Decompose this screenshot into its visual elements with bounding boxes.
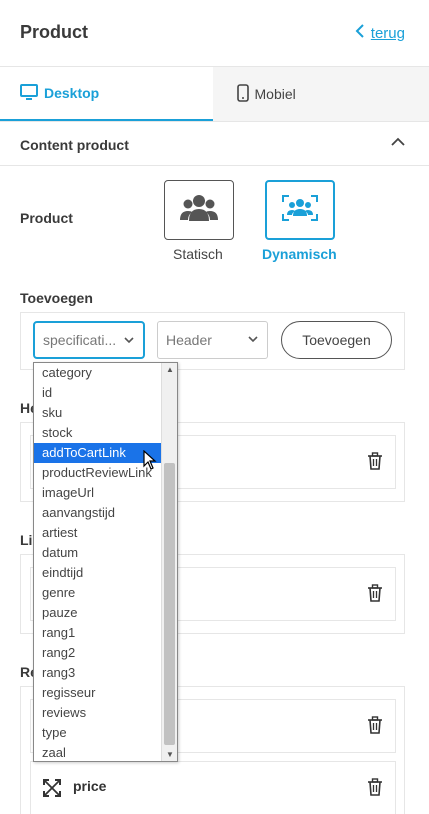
chevron-up-icon[interactable] [391, 134, 405, 150]
dropdown-option[interactable]: regisseur [34, 683, 161, 703]
chevron-left-icon [355, 24, 365, 43]
price-item-card[interactable]: price [30, 761, 396, 814]
field-select-value: specificati... [43, 332, 117, 348]
chevron-down-icon [123, 332, 135, 351]
tab-desktop[interactable]: Desktop [0, 67, 213, 121]
page-header: Product terug [0, 0, 429, 67]
tab-mobile-label: Mobiel [254, 86, 296, 102]
static-mode-button[interactable] [164, 180, 234, 240]
type-select-value: Header [166, 332, 212, 348]
trash-icon[interactable] [367, 452, 383, 475]
desktop-icon [20, 83, 38, 103]
field-select[interactable]: specificati... [33, 321, 145, 359]
group-label-list: Li [20, 532, 33, 548]
dropdown-option[interactable]: rang1 [34, 623, 161, 643]
section-content-product[interactable]: Content product [0, 122, 429, 166]
device-tabs: Desktop Mobiel [0, 67, 429, 122]
users-icon [179, 193, 219, 228]
page-title: Product [20, 22, 89, 42]
type-select[interactable]: Header [157, 321, 268, 359]
trash-icon[interactable] [367, 716, 383, 739]
dropdown-option[interactable]: rang2 [34, 643, 161, 663]
users-focus-icon [280, 193, 320, 228]
dropdown-option[interactable]: type [34, 723, 161, 743]
dropdown-option[interactable]: pauze [34, 603, 161, 623]
dropdown-option[interactable]: genre [34, 583, 161, 603]
field-select-dropdown[interactable]: category id sku stock addToCartLink prod… [33, 362, 178, 762]
dropdown-option[interactable]: reviews [34, 703, 161, 723]
back-link[interactable]: terug [355, 24, 405, 43]
dropdown-option[interactable]: aanvangstijd [34, 503, 161, 523]
dropdown-option[interactable]: eindtijd [34, 563, 161, 583]
dropdown-option[interactable]: category [34, 363, 161, 383]
dropdown-option[interactable]: datum [34, 543, 161, 563]
dropdown-option[interactable]: imageUrl [34, 483, 161, 503]
add-label: Toevoegen [20, 290, 93, 306]
add-button[interactable]: Toevoegen [281, 321, 392, 359]
move-icon[interactable] [43, 779, 61, 802]
back-link-label: terug [370, 25, 405, 42]
static-mode-label: Statisch [173, 246, 223, 262]
dynamic-mode-label: Dynamisch [262, 246, 337, 262]
price-item-label: price [73, 778, 107, 794]
scrollbar-thumb[interactable] [164, 463, 175, 745]
mouse-cursor-icon [143, 449, 157, 475]
dynamic-mode-button[interactable] [265, 180, 335, 240]
mobile-icon [236, 83, 249, 105]
section-title: Content product [20, 137, 129, 153]
scroll-up-arrow-icon[interactable]: ▲ [166, 365, 174, 374]
tab-desktop-label: Desktop [44, 85, 100, 101]
trash-icon[interactable] [367, 584, 383, 607]
product-label: Product [20, 210, 73, 226]
dropdown-option[interactable]: artiest [34, 523, 161, 543]
dropdown-scrollbar[interactable]: ▲ ▼ [161, 363, 177, 761]
scroll-down-arrow-icon[interactable]: ▼ [166, 750, 174, 759]
dropdown-option[interactable]: rang3 [34, 663, 161, 683]
dropdown-option-list: category id sku stock addToCartLink prod… [34, 363, 161, 761]
dropdown-option[interactable]: zaal [34, 743, 161, 761]
dropdown-option[interactable]: stock [34, 423, 161, 443]
dropdown-option-highlighted[interactable]: addToCartLink [34, 443, 161, 463]
tab-mobile[interactable]: Mobiel [212, 67, 429, 121]
dropdown-option[interactable]: id [34, 383, 161, 403]
dropdown-option[interactable]: productReviewLink [34, 463, 161, 483]
dropdown-option[interactable]: sku [34, 403, 161, 423]
trash-icon[interactable] [367, 778, 383, 801]
chevron-down-icon [247, 331, 259, 350]
